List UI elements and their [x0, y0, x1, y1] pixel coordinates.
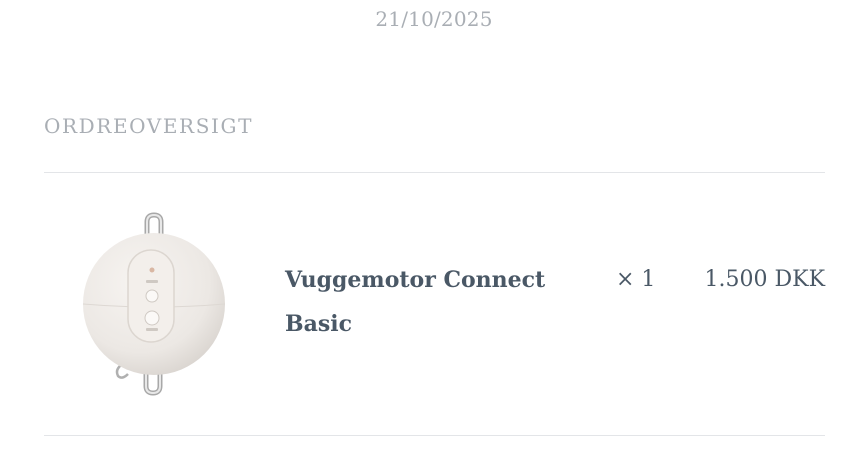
divider-top: [44, 172, 825, 173]
cradle-motor-product-image: [82, 212, 226, 396]
product-name: Vuggemotor Connect Basic: [285, 267, 546, 337]
order-date: 21/10/2025: [375, 7, 493, 31]
order-summary-heading: ORDREOVERSIGT: [44, 114, 254, 138]
product-price: 1.500 DKK: [704, 267, 825, 292]
divider-bottom: [44, 435, 825, 436]
product-quantity: × 1: [616, 267, 656, 292]
